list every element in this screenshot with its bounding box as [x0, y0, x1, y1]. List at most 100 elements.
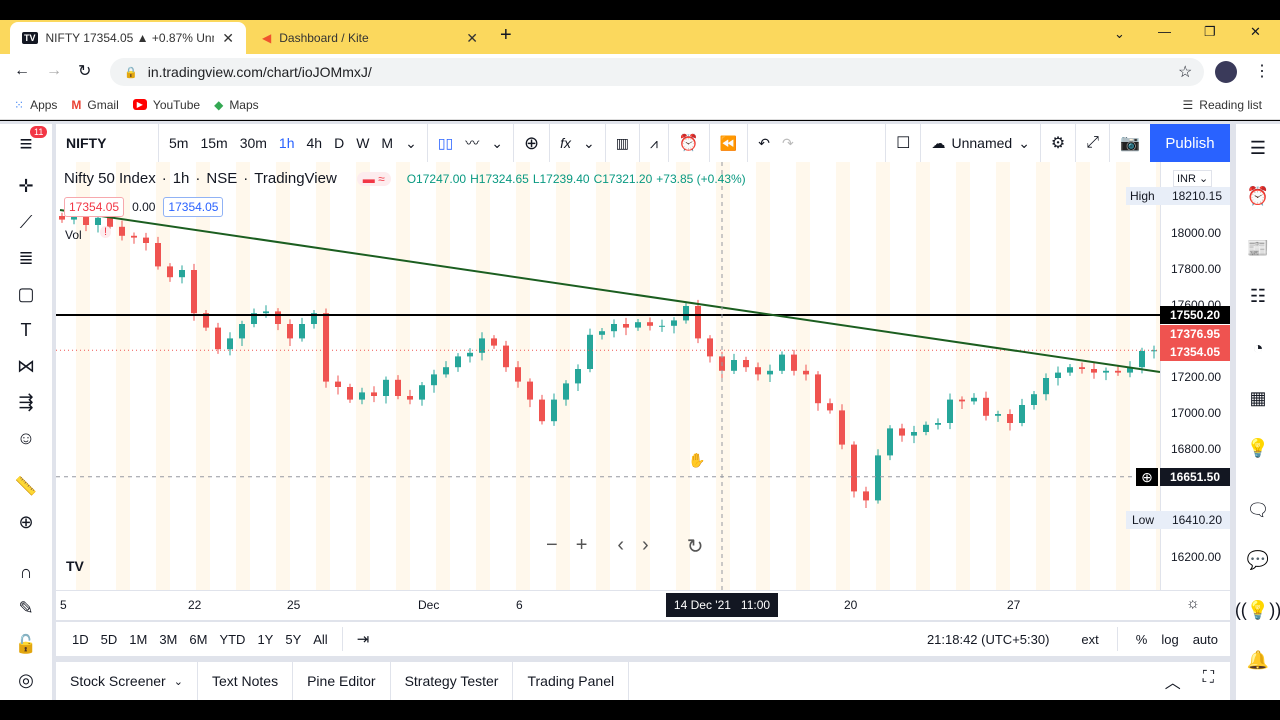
emoji-icon[interactable]: ☺ [12, 424, 40, 452]
bookmark-apps[interactable]: ⁙ Apps [14, 98, 57, 112]
financials-icon[interactable]: ▥ [610, 135, 635, 152]
close-tab-icon[interactable]: ✕ [466, 30, 478, 47]
fib-icon[interactable]: ≣ [12, 244, 40, 272]
browser-tab-kite[interactable]: ◀ Dashboard / Kite ✕ [250, 22, 490, 54]
layout-menu[interactable]: ☁ Unnamed ⌄ [925, 135, 1035, 152]
prediction-icon[interactable]: ⇶ [12, 388, 40, 416]
trendline-icon[interactable]: ⟋ [12, 208, 40, 236]
calendar-icon[interactable]: ▦ [1244, 384, 1272, 412]
templates-icon[interactable]: ⩘ [644, 135, 664, 152]
lock-icon[interactable]: 🔓 [12, 630, 40, 658]
crosshair-icon[interactable]: ✛ [12, 172, 40, 200]
tab-stock-screener[interactable]: Stock Screener ⌄ [56, 662, 198, 700]
restore-icon[interactable]: ❐ [1204, 24, 1216, 40]
bookmark-maps[interactable]: ◆ Maps [214, 98, 259, 112]
range-All[interactable]: All [313, 632, 327, 647]
interval-1h[interactable]: 1h [273, 135, 301, 151]
zoom-in-icon[interactable]: ⊕ [12, 508, 40, 536]
avatar[interactable] [1215, 61, 1237, 83]
rectangle-icon[interactable]: ▢ [12, 280, 40, 308]
interval-dropdown-icon[interactable]: ⌄ [399, 135, 423, 152]
extended-hours-toggle[interactable]: ext [1081, 632, 1098, 647]
camera-icon[interactable]: 📷 [1114, 133, 1146, 153]
zoom-out-icon[interactable]: − [546, 534, 558, 559]
symbol-search[interactable]: NIFTY [56, 135, 154, 151]
range-1Y[interactable]: 1Y [257, 632, 273, 647]
collapse-panel-chevron-up-icon[interactable]: ︿ [1165, 669, 1181, 693]
interval-5m[interactable]: 5m [163, 135, 194, 151]
ruler-icon[interactable]: 📏 [12, 472, 40, 500]
chart-type-dropdown-icon[interactable]: ⌄ [485, 135, 509, 152]
private-chat-icon[interactable]: 💬 [1244, 546, 1272, 574]
bookmark-gmail[interactable]: M Gmail [71, 98, 118, 112]
percent-scale-toggle[interactable]: % [1136, 632, 1148, 647]
text-icon[interactable]: T [12, 316, 40, 344]
news-icon[interactable]: 📰 [1244, 234, 1272, 262]
bookmark-youtube[interactable]: ▶ YouTube [132, 98, 200, 112]
tab-search-icon[interactable]: ⌄ [1114, 26, 1125, 42]
market-status-icon[interactable]: ▬ ≈ [356, 171, 391, 186]
lock-drawings-pencil-icon[interactable]: ✎ [12, 594, 40, 622]
bookmark-star-icon[interactable]: ☆ [1178, 62, 1192, 82]
alerts-clock-icon[interactable]: ⏰ [1244, 182, 1272, 210]
redo-icon[interactable]: ↷ [776, 135, 800, 152]
log-scale-toggle[interactable]: log [1161, 632, 1178, 647]
range-3M[interactable]: 3M [159, 632, 177, 647]
scroll-right-icon[interactable]: › [642, 534, 649, 559]
indicators-fx-icon[interactable]: fx [554, 135, 577, 151]
auto-scale-toggle[interactable]: auto [1193, 632, 1218, 647]
alert-clock-icon[interactable]: ⏰ [673, 133, 705, 153]
publish-button[interactable]: Publish [1150, 124, 1230, 162]
url-input[interactable]: 🔒 in.tradingview.com/chart/ioJOMmxJ/ [110, 58, 1204, 86]
tab-strategy-tester[interactable]: Strategy Tester [391, 662, 514, 700]
tab-trading-panel[interactable]: Trading Panel [513, 662, 630, 700]
compare-add-icon[interactable]: ⊕ [518, 133, 545, 154]
reload-icon[interactable]: ↻ [78, 61, 91, 81]
reset-icon[interactable]: ↻ [687, 534, 704, 559]
warning-icon[interactable]: ! [100, 226, 112, 238]
settings-gear-icon[interactable]: ⚙ [1045, 133, 1071, 153]
currency-dropdown[interactable]: INR ⌄ [1173, 170, 1213, 187]
interval-4h[interactable]: 4h [301, 135, 329, 151]
pattern-icon[interactable]: ⋈ [12, 352, 40, 380]
tab-text-notes[interactable]: Text Notes [198, 662, 294, 700]
candles-icon[interactable]: ▯▯ [432, 135, 459, 152]
minimize-icon[interactable]: — [1158, 24, 1171, 39]
forward-icon[interactable]: → [46, 62, 62, 80]
range-6M[interactable]: 6M [189, 632, 207, 647]
replay-icon[interactable]: ⏪ [714, 135, 743, 152]
scroll-left-icon[interactable]: ‹ [617, 534, 624, 559]
close-window-icon[interactable]: ✕ [1250, 24, 1261, 40]
go-to-date-icon[interactable]: ⇥ [357, 630, 370, 648]
fullscreen-icon[interactable]: ⤢ [1080, 134, 1105, 152]
notifications-bell-icon[interactable]: 🔔 [1244, 646, 1272, 674]
eye-icon[interactable]: ◎ [12, 666, 40, 694]
new-tab-button[interactable]: + [500, 24, 512, 47]
time-axis[interactable]: 5 22 25 Dec 6 20 27 14 Dec '21 11:00 ☼ [56, 590, 1230, 620]
interval-15m[interactable]: 15m [194, 135, 233, 151]
buy-price-button[interactable]: 17354.05 [163, 197, 224, 217]
indicators-dropdown-icon[interactable]: ⌄ [577, 135, 601, 152]
hotlist-icon[interactable]: ☷ [1244, 282, 1272, 310]
price-chart[interactable] [56, 162, 1230, 590]
interval-D[interactable]: D [328, 135, 350, 151]
range-1D[interactable]: 1D [72, 632, 89, 647]
zoom-in-icon[interactable]: + [576, 534, 588, 559]
interval-30m[interactable]: 30m [234, 135, 273, 151]
timezone-clock[interactable]: 21:18:42 (UTC+5:30) [927, 632, 1049, 647]
back-icon[interactable]: ← [14, 62, 30, 80]
tab-pine-editor[interactable]: Pine Editor [293, 662, 391, 700]
range-1M[interactable]: 1M [129, 632, 147, 647]
sell-price-button[interactable]: 17354.05 [64, 197, 125, 217]
chat-icon[interactable]: 🗨 [1244, 496, 1272, 524]
interval-W[interactable]: W [350, 135, 375, 151]
data-window-icon[interactable]: ◔ [1244, 334, 1272, 362]
browser-tab-tradingview[interactable]: TV NIFTY 17354.05 ▲ +0.87% Unnamed ✕ [10, 22, 246, 54]
menu-icon[interactable]: ⋮ [1254, 61, 1270, 81]
range-5Y[interactable]: 5Y [285, 632, 301, 647]
tradingview-logo[interactable]: TV [66, 558, 84, 574]
maximize-panel-icon[interactable]: ⛶ [1203, 669, 1214, 693]
interval-M[interactable]: M [375, 135, 399, 151]
streams-icon[interactable]: ((💡)) [1235, 596, 1280, 624]
close-tab-icon[interactable]: ✕ [222, 30, 234, 47]
